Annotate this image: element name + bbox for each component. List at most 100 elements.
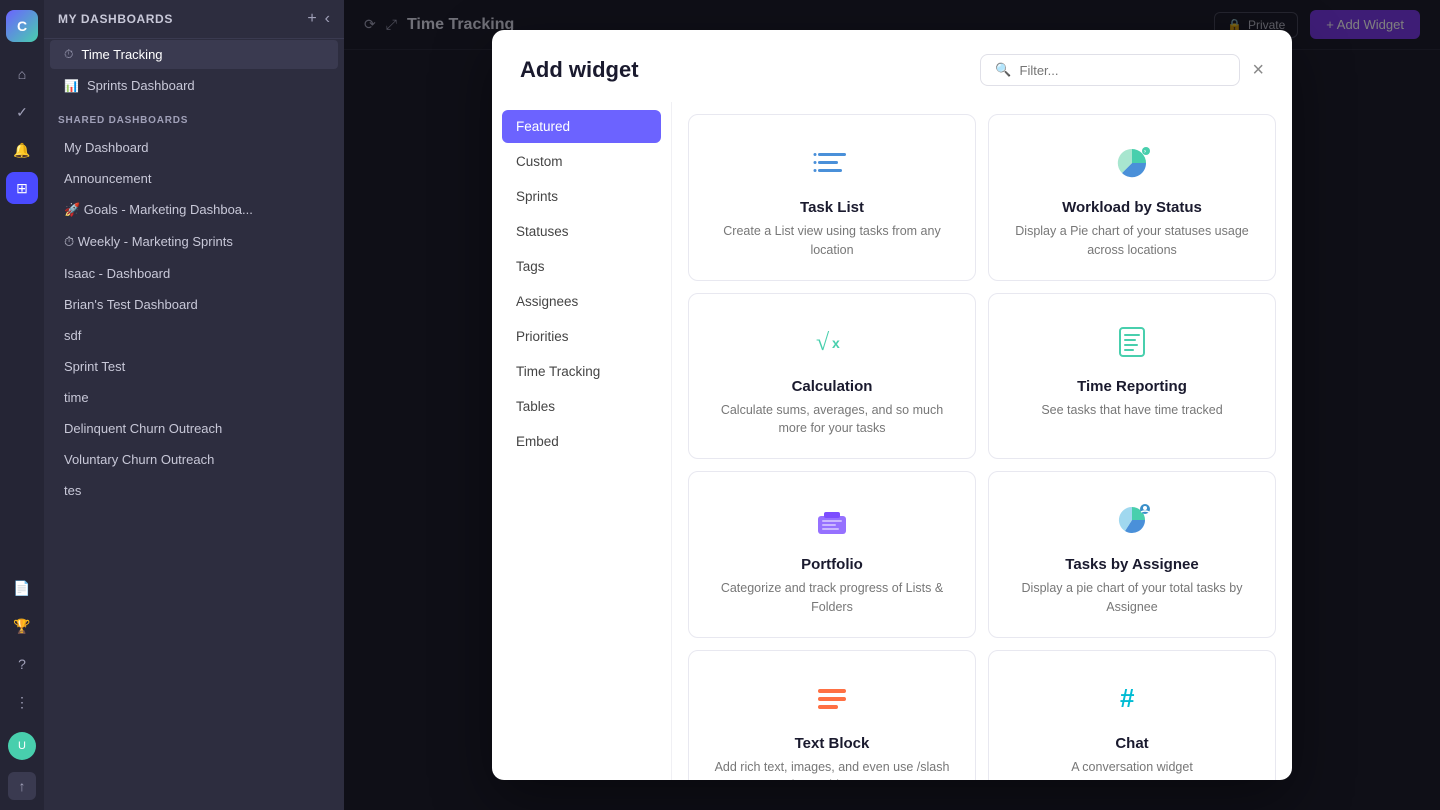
widget-card-chat[interactable]: # Chat A conversation widget <box>988 650 1276 781</box>
modal-nav: Featured Custom Sprints Statuses Tags As… <box>492 102 672 780</box>
chat-desc: A conversation widget <box>1071 758 1193 777</box>
chat-icon: # <box>1112 675 1152 723</box>
task-list-name: Task List <box>800 199 864 216</box>
sidebar: MY DASHBOARDS + ‹ ⏱ Time Tracking 📊 Spri… <box>44 0 344 810</box>
sidebar-item-voluntary[interactable]: Voluntary Churn Outreach <box>50 445 338 474</box>
voluntary-label: Voluntary Churn Outreach <box>64 452 214 467</box>
filter-input[interactable] <box>1020 63 1226 78</box>
tasks-nav-icon[interactable]: ✓ <box>6 96 38 128</box>
calculation-name: Calculation <box>792 378 873 395</box>
nav-item-featured[interactable]: Featured <box>502 110 661 143</box>
tes-label: tes <box>64 483 81 498</box>
nav-item-embed[interactable]: Embed <box>502 425 661 458</box>
nav-item-custom[interactable]: Custom <box>502 145 661 178</box>
add-dashboard-icon[interactable]: + <box>307 10 316 28</box>
widget-card-time-reporting[interactable]: Time Reporting See tasks that have time … <box>988 293 1276 460</box>
tasks-assignee-icon <box>1112 496 1152 544</box>
sidebar-item-sprints-dashboard[interactable]: 📊 Sprints Dashboard <box>50 71 338 100</box>
text-block-icon <box>812 675 852 723</box>
my-dashboard-label: My Dashboard <box>64 140 149 155</box>
portfolio-name: Portfolio <box>801 556 863 573</box>
widget-card-text-block[interactable]: Text Block Add rich text, images, and ev… <box>688 650 976 781</box>
portfolio-desc: Categorize and track progress of Lists &… <box>709 579 955 617</box>
workload-icon: › <box>1112 139 1152 187</box>
announcement-label: Announcement <box>64 171 151 186</box>
sidebar-header: MY DASHBOARDS + ‹ <box>44 0 344 39</box>
task-list-icon <box>812 139 852 187</box>
sidebar-item-announcement[interactable]: Announcement <box>50 164 338 193</box>
time-reporting-icon <box>1112 318 1152 366</box>
collapse-sidebar-icon[interactable]: ‹ <box>325 10 330 28</box>
sidebar-item-my-dashboard[interactable]: My Dashboard <box>50 133 338 162</box>
nav-item-tables[interactable]: Tables <box>502 390 661 423</box>
workload-desc: Display a Pie chart of your statuses usa… <box>1009 222 1255 260</box>
tasks-assignee-desc: Display a pie chart of your total tasks … <box>1009 579 1255 617</box>
sidebar-item-sprint-test[interactable]: Sprint Test <box>50 352 338 381</box>
time-reporting-name: Time Reporting <box>1077 378 1187 395</box>
app-logo[interactable]: C <box>6 10 38 42</box>
widget-card-task-list[interactable]: Task List Create a List view using tasks… <box>688 114 976 281</box>
my-dashboards-label: MY DASHBOARDS <box>58 12 173 26</box>
sprint-test-label: Sprint Test <box>64 359 125 374</box>
goals-nav-icon[interactable]: 🏆 <box>6 610 38 642</box>
goals-marketing-label: 🚀 Goals - Marketing Dashboa... <box>64 202 253 218</box>
calculation-icon: √ x <box>812 318 852 366</box>
widget-card-tasks-assignee[interactable]: Tasks by Assignee Display a pie chart of… <box>988 471 1276 638</box>
widget-card-workload[interactable]: › Workload by Status Display a Pie chart… <box>988 114 1276 281</box>
nav-item-statuses[interactable]: Statuses <box>502 215 661 248</box>
calculation-desc: Calculate sums, averages, and so much mo… <box>709 401 955 439</box>
modal-title: Add widget <box>520 57 639 83</box>
time-reporting-desc: See tasks that have time tracked <box>1041 401 1222 420</box>
text-block-desc: Add rich text, images, and even use /sla… <box>709 758 955 781</box>
sidebar-item-time-tracking-label: Time Tracking <box>81 47 162 62</box>
sidebar-item-sprints-label: Sprints Dashboard <box>87 78 195 93</box>
svg-text:√: √ <box>816 330 830 356</box>
sidebar-item-isaac[interactable]: Isaac - Dashboard <box>50 259 338 288</box>
more-nav-icon[interactable]: ⋮ <box>6 686 38 718</box>
filter-search-box[interactable]: 🔍 <box>980 54 1240 86</box>
weekly-marketing-label: ⏱ Weekly - Marketing Sprints <box>64 234 233 250</box>
shared-dashboards-label: SHARED DASHBOARDS <box>44 101 344 132</box>
portfolio-icon <box>812 496 852 544</box>
sidebar-item-goals-marketing[interactable]: 🚀 Goals - Marketing Dashboa... <box>50 195 338 225</box>
close-modal-button[interactable]: × <box>1252 60 1264 80</box>
svg-text:›: › <box>1144 149 1146 155</box>
delinquent-label: Delinquent Churn Outreach <box>64 421 222 436</box>
docs-nav-icon[interactable]: 📄 <box>6 572 38 604</box>
sidebar-item-weekly-marketing[interactable]: ⏱ Weekly - Marketing Sprints <box>50 227 338 257</box>
modal-overlay[interactable]: Add widget 🔍 × Featured Custom <box>344 0 1440 810</box>
modal-header: Add widget 🔍 × <box>492 30 1292 102</box>
text-block-name: Text Block <box>795 735 870 752</box>
widget-grid: Task List Create a List view using tasks… <box>672 102 1292 780</box>
widget-card-portfolio[interactable]: Portfolio Categorize and track progress … <box>688 471 976 638</box>
nav-item-priorities[interactable]: Priorities <box>502 320 661 353</box>
sidebar-item-tes[interactable]: tes <box>50 476 338 505</box>
help-nav-icon[interactable]: ? <box>6 648 38 680</box>
sidebar-item-sdf[interactable]: sdf <box>50 321 338 350</box>
dashboards-nav-icon[interactable]: ⊞ <box>6 172 38 204</box>
notifications-nav-icon[interactable]: 🔔 <box>6 134 38 166</box>
widget-card-calculation[interactable]: √ x Calculation Calculate sums, averages… <box>688 293 976 460</box>
sidebar-item-delinquent[interactable]: Delinquent Churn Outreach <box>50 414 338 443</box>
sprints-sidebar-icon: 📊 <box>64 79 79 93</box>
time-tracking-sidebar-icon: ⏱ <box>64 47 73 62</box>
nav-item-tags[interactable]: Tags <box>502 250 661 283</box>
nav-item-time-tracking[interactable]: Time Tracking <box>502 355 661 388</box>
upgrade-icon[interactable]: ↑ <box>8 772 36 800</box>
sidebar-item-time[interactable]: time <box>50 383 338 412</box>
left-icons-bar: C ⌂ ✓ 🔔 ⊞ 📄 🏆 ? ⋮ U ↑ <box>0 0 44 810</box>
sidebar-item-time-tracking[interactable]: ⏱ Time Tracking <box>50 40 338 69</box>
sidebar-item-brians[interactable]: Brian's Test Dashboard <box>50 290 338 319</box>
time-label: time <box>64 390 89 405</box>
search-icon: 🔍 <box>995 62 1011 78</box>
workload-name: Workload by Status <box>1062 199 1202 216</box>
isaac-label: Isaac - Dashboard <box>64 266 170 281</box>
modal-body: Featured Custom Sprints Statuses Tags As… <box>492 102 1292 780</box>
user-avatar[interactable]: U <box>8 732 36 760</box>
nav-item-sprints[interactable]: Sprints <box>502 180 661 213</box>
task-list-desc: Create a List view using tasks from any … <box>709 222 955 260</box>
home-nav-icon[interactable]: ⌂ <box>6 58 38 90</box>
nav-item-assignees[interactable]: Assignees <box>502 285 661 318</box>
svg-text:#: # <box>1120 683 1135 713</box>
main-area: ⟳ ⤢ Time Tracking 🔒 Private + Add Widget… <box>344 0 1440 810</box>
